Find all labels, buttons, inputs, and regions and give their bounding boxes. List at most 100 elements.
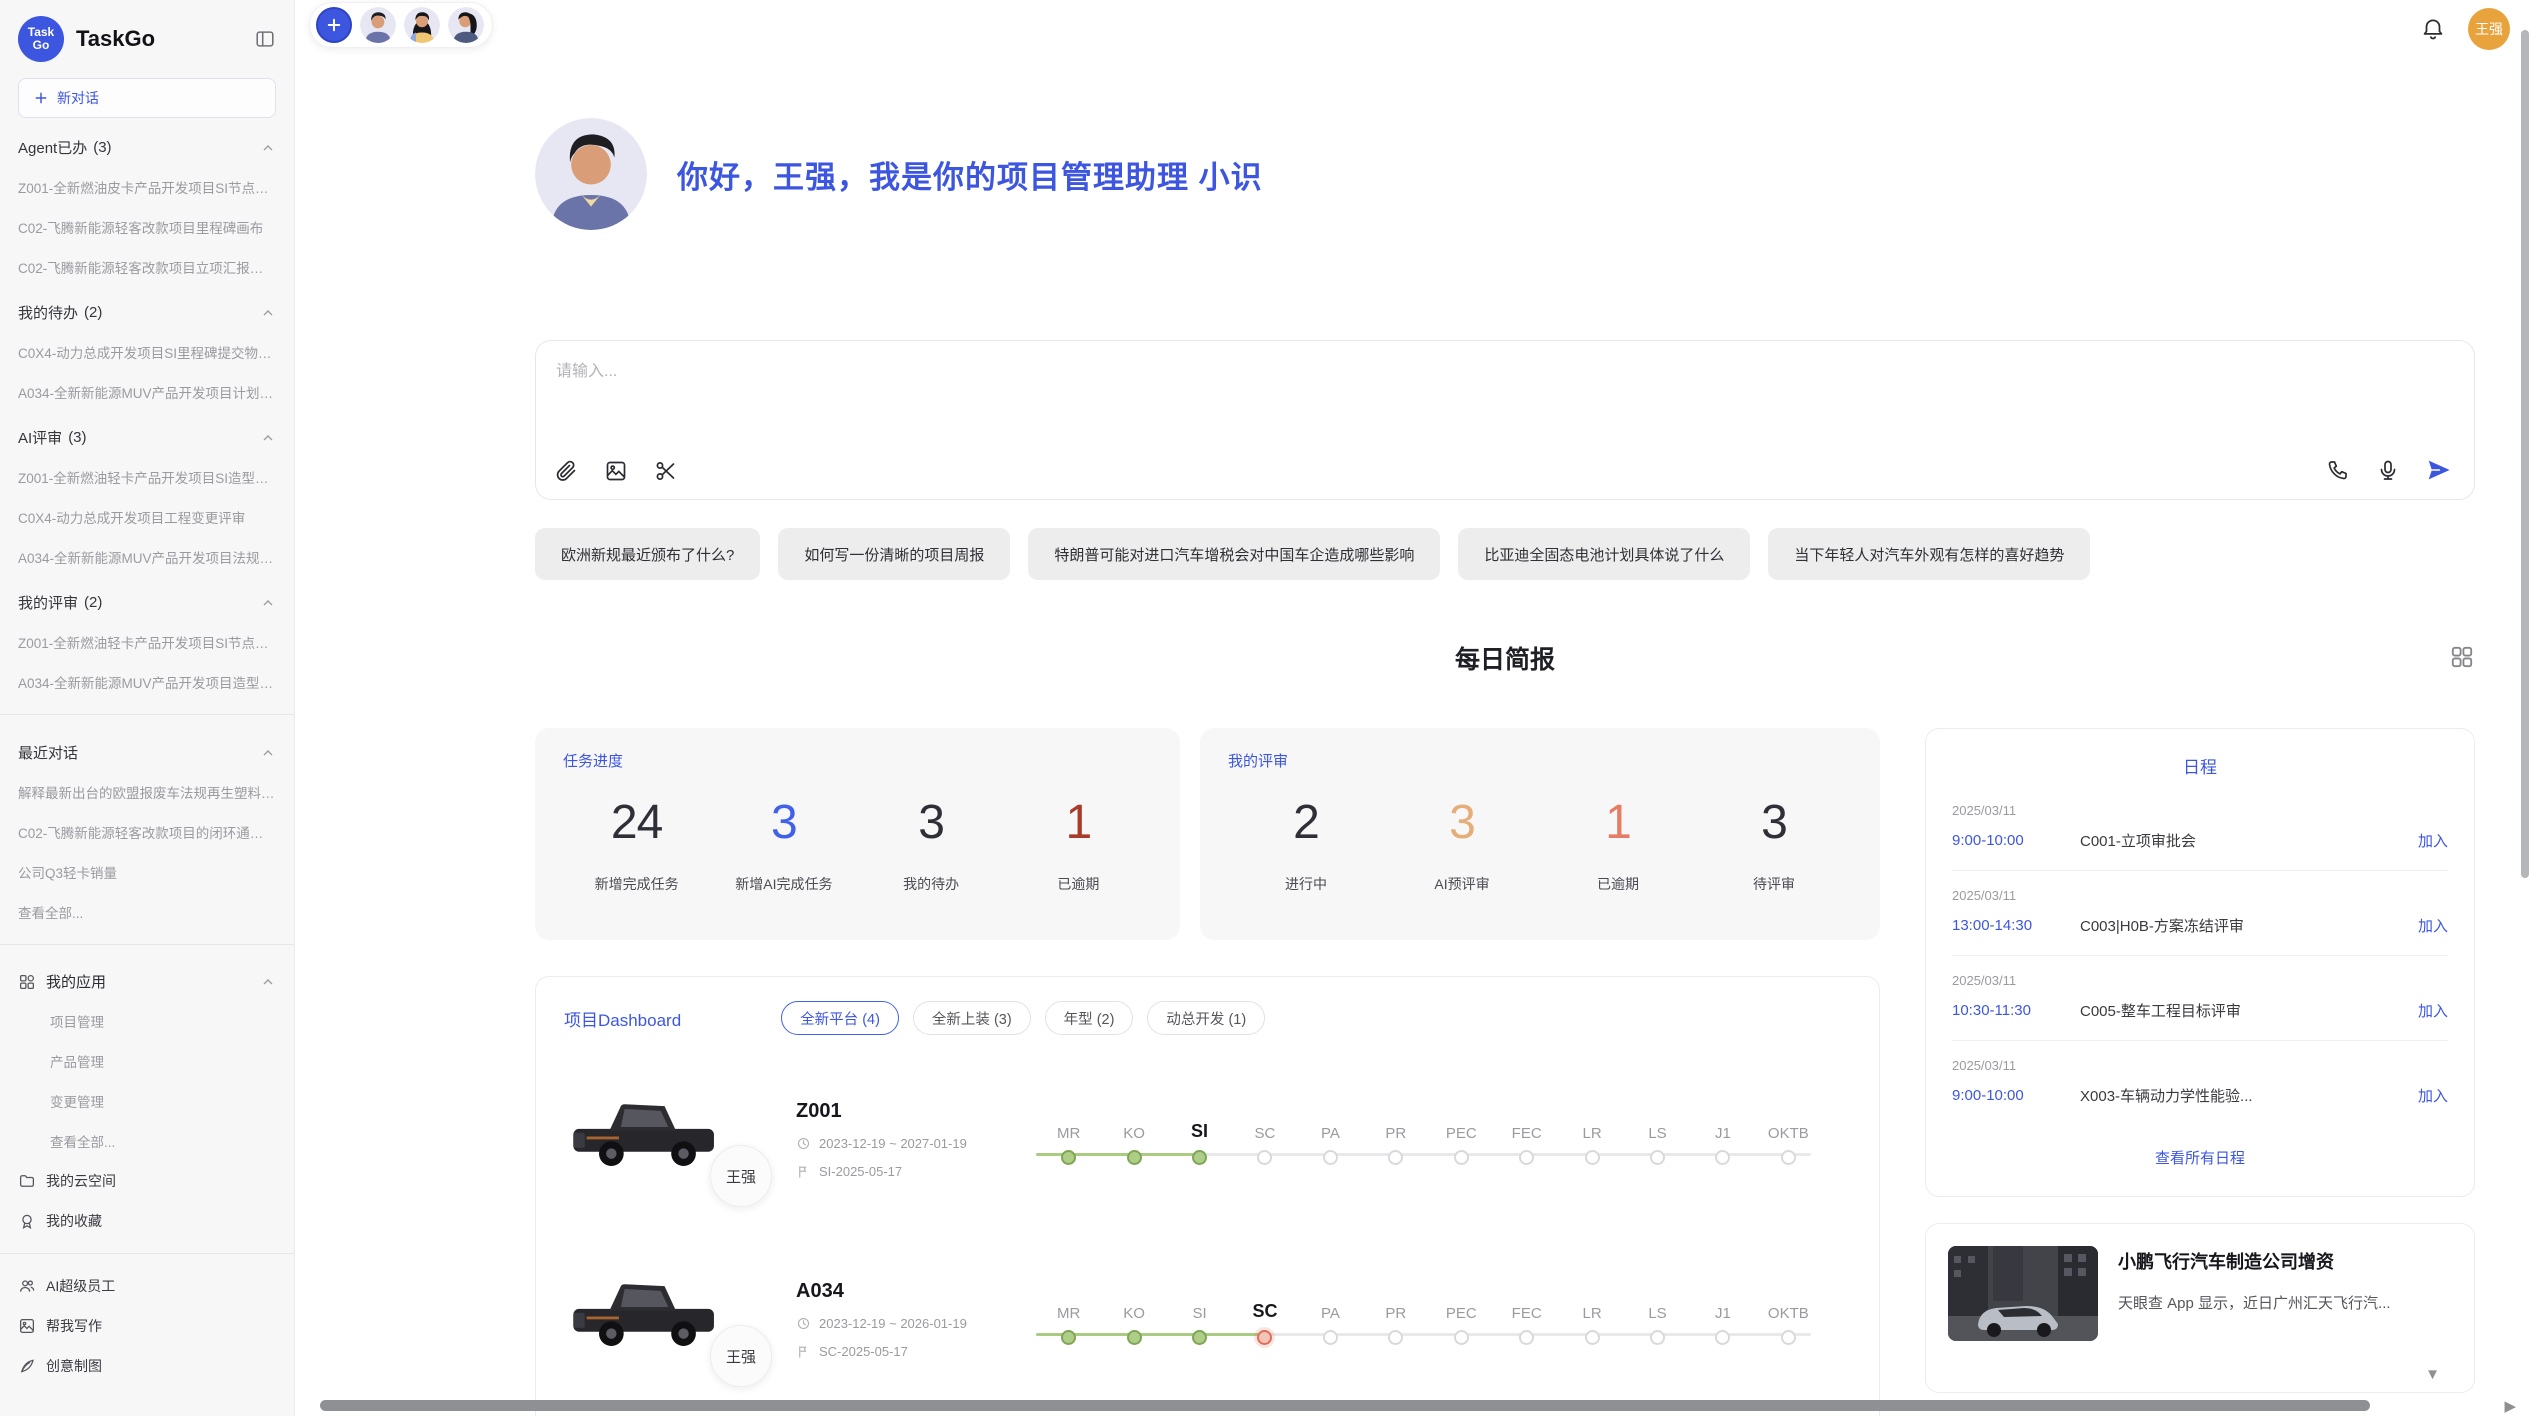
chevron-up-icon xyxy=(260,305,276,321)
milestone-node xyxy=(1585,1150,1600,1165)
tab-powertrain[interactable]: 动总开发 (1) xyxy=(1147,1001,1265,1035)
join-link[interactable]: 加入 xyxy=(2418,1000,2448,1021)
stat-value: 3 xyxy=(1384,795,1540,850)
greeting-text: 你好，王强，我是你的项目管理助理 小识 xyxy=(677,152,1263,197)
milestone-node xyxy=(1192,1150,1207,1165)
sidebar-item[interactable]: C0X4-动力总成开发项目工程变更评审 xyxy=(16,497,278,537)
milestone-label: OKTB xyxy=(1756,1116,1821,1142)
sidebar-item-favorites[interactable]: 我的收藏 xyxy=(16,1201,278,1241)
milestone-label: PEC xyxy=(1429,1296,1494,1322)
app-title: TaskGo xyxy=(76,26,242,52)
view-all-schedule-link[interactable]: 查看所有日程 xyxy=(1952,1125,2448,1178)
section-count: (3) xyxy=(68,429,86,446)
user-avatar[interactable]: 王强 xyxy=(2468,8,2510,50)
section-count: (2) xyxy=(84,594,102,611)
flag-icon xyxy=(796,1344,811,1359)
project-row[interactable]: 王强 Z001 2023-12-19 ~ 2027-01-19 SI-2025-… xyxy=(564,1063,1851,1215)
vertical-scrollbar[interactable] xyxy=(2521,30,2529,878)
milestone-sc: SC xyxy=(1232,1296,1297,1345)
suggestion-chip[interactable]: 当下年轻人对汽车外观有怎样的喜好趋势 xyxy=(1768,528,2090,580)
suggestion-chip[interactable]: 特朗普可能对进口汽车增税会对中国车企造成哪些影响 xyxy=(1028,528,1440,580)
microphone-icon[interactable] xyxy=(2376,458,2400,482)
agent-avatar-3[interactable] xyxy=(448,7,484,43)
section-title: 我的评审 xyxy=(18,592,78,613)
sidebar-item-cloud-space[interactable]: 我的云空间 xyxy=(16,1161,278,1201)
sidebar-item[interactable]: A034-全新新能源MUV产品开发项目计划变更表编写 xyxy=(16,372,278,412)
suggestion-chip[interactable]: 比亚迪全固态电池计划具体说了什么 xyxy=(1458,528,1750,580)
join-link[interactable]: 加入 xyxy=(2418,1085,2448,1106)
section-header-recent[interactable]: 最近对话 xyxy=(16,727,278,772)
app-item-product-mgmt[interactable]: 产品管理 xyxy=(16,1041,278,1081)
suggestion-chip[interactable]: 如何写一份清晰的项目周报 xyxy=(778,528,1010,580)
new-chat-button[interactable]: 新对话 xyxy=(18,78,276,118)
news-card[interactable]: 小鹏飞行汽车制造公司增资 天眼查 App 显示，近日广州汇天飞行汽... xyxy=(1925,1223,2475,1393)
new-chat-label: 新对话 xyxy=(57,88,99,108)
section-title: 最近对话 xyxy=(18,742,78,763)
schedule-title: 日程 xyxy=(1952,747,2448,786)
sidebar-item[interactable]: A034-全新新能源MUV产品开发项目法规符合性评审 xyxy=(16,537,278,577)
join-link[interactable]: 加入 xyxy=(2418,915,2448,936)
milestone-sc: SC xyxy=(1232,1116,1297,1165)
recent-view-all[interactable]: 查看全部... xyxy=(16,892,278,932)
recent-item[interactable]: C02-飞腾新能源轻客改款项目的闭环通告反馈情况 xyxy=(16,812,278,852)
section-header-my-review[interactable]: 我的评审 (2) xyxy=(16,577,278,622)
stat-value: 3 xyxy=(858,795,1005,850)
schedule-event-title: C005-整车工程目标评审 xyxy=(2080,1000,2404,1021)
section-header-my-todo[interactable]: 我的待办 (2) xyxy=(16,287,278,332)
notifications-bell-icon[interactable] xyxy=(2420,16,2446,42)
milestone-label: KO xyxy=(1101,1296,1166,1322)
project-dashboard-card: 项目Dashboard 全新平台 (4) 全新上装 (3) 年型 (2) 动总开… xyxy=(535,976,1880,1416)
sidebar-item[interactable]: A034-全新新能源MUV产品开发项目造型可行性评审 xyxy=(16,662,278,702)
milestone-node xyxy=(1323,1150,1338,1165)
horizontal-scrollbar[interactable] xyxy=(320,1400,2370,1411)
scroll-down-arrow[interactable]: ▼ xyxy=(2425,1367,2440,1382)
agent-avatar-1[interactable] xyxy=(360,7,396,43)
tab-new-platform[interactable]: 全新平台 (4) xyxy=(781,1001,899,1035)
section-header-agent-done[interactable]: Agent已办 (3) xyxy=(16,122,278,167)
join-link[interactable]: 加入 xyxy=(2418,830,2448,851)
recent-item[interactable]: 解释最新出台的欧盟报废车法规再生塑料比例被调至15%... xyxy=(16,772,278,812)
sidebar-item[interactable]: Z001-全新燃油轻卡产品开发项目SI节点属性5D文件评审 xyxy=(16,622,278,662)
sidebar-item-ai-super-staff[interactable]: AI超级员工 xyxy=(16,1266,278,1306)
app-item-change-mgmt[interactable]: 变更管理 xyxy=(16,1081,278,1121)
chat-input[interactable] xyxy=(556,357,1913,417)
attachment-paperclip-icon[interactable] xyxy=(554,459,578,483)
milestone-label: J1 xyxy=(1690,1116,1755,1142)
voice-call-phone-icon[interactable] xyxy=(2326,458,2350,482)
recent-item[interactable]: 公司Q3轻卡销量 xyxy=(16,852,278,892)
schedule-event-title: C001-立项审批会 xyxy=(2080,830,2404,851)
sidebar-item-help-me-write[interactable]: 帮我写作 xyxy=(16,1306,278,1346)
suggestion-chip[interactable]: 欧洲新规最近颁布了什么? xyxy=(535,528,760,580)
project-row[interactable]: 王强 A034 2023-12-19 ~ 2026-01-19 SC-2025-… xyxy=(564,1243,1851,1395)
sidebar-item[interactable]: C02-飞腾新能源轻客改款项目立项汇报方案 xyxy=(16,247,278,287)
sidebar-item[interactable]: C02-飞腾新能源轻客改款项目里程碑画布 xyxy=(16,207,278,247)
project-info: A034 2023-12-19 ~ 2026-01-19 SC-2025-05-… xyxy=(796,1280,1036,1359)
stat-in-progress: 2 进行中 xyxy=(1228,795,1384,894)
news-title: 小鹏飞行汽车制造公司增资 xyxy=(2118,1248,2391,1274)
section-count: (3) xyxy=(93,139,111,156)
section-header-ai-review[interactable]: AI评审 (3) xyxy=(16,412,278,457)
schedule-time: 9:00-10:00 xyxy=(1952,1087,2080,1104)
milestone-label: MR xyxy=(1036,1116,1101,1142)
sidebar-item-creative-drawing[interactable]: 创意制图 xyxy=(16,1346,278,1386)
tab-year-model[interactable]: 年型 (2) xyxy=(1045,1001,1134,1035)
upload-image-icon[interactable] xyxy=(604,459,628,483)
clock-icon xyxy=(796,1136,811,1151)
sidebar-item[interactable]: C0X4-动力总成开发项目SI里程碑提交物检查 xyxy=(16,332,278,372)
sidebar-item-my-apps[interactable]: 我的应用 xyxy=(16,957,278,1001)
apps-view-all[interactable]: 查看全部... xyxy=(16,1121,278,1161)
app-item-project-mgmt[interactable]: 项目管理 xyxy=(16,1001,278,1041)
sidebar-item[interactable]: Z001-全新燃油皮卡产品开发项目SI节点Lesson Learn报告 xyxy=(16,167,278,207)
milestone-node xyxy=(1061,1330,1076,1345)
milestone-node xyxy=(1454,1330,1469,1345)
layout-grid-icon[interactable] xyxy=(2449,644,2475,670)
add-agent-button[interactable] xyxy=(316,7,352,43)
send-icon[interactable] xyxy=(2426,457,2452,483)
tab-new-body[interactable]: 全新上装 (3) xyxy=(913,1001,1031,1035)
sidebar-collapse-icon[interactable] xyxy=(254,28,276,50)
agent-avatar-2[interactable] xyxy=(404,7,440,43)
milestone-label: OKTB xyxy=(1756,1296,1821,1322)
sidebar-item[interactable]: Z001-全新燃油轻卡产品开发项目SI造型提交物评审 xyxy=(16,457,278,497)
scroll-right-arrow[interactable]: ▶ xyxy=(2504,1399,2516,1414)
screenshot-scissors-icon[interactable] xyxy=(654,459,678,483)
